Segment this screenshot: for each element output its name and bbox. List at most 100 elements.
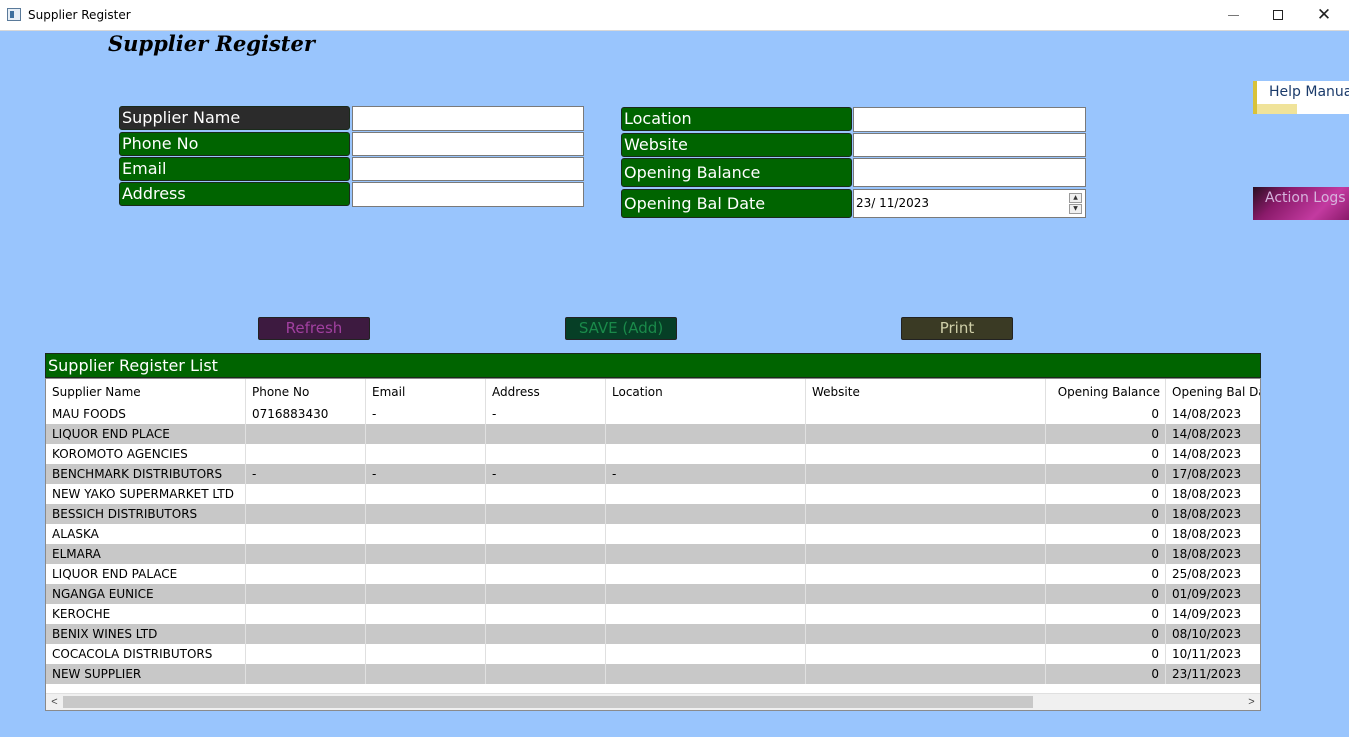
table-cell — [366, 544, 486, 564]
table-cell: BESSICH DISTRIBUTORS — [46, 504, 246, 524]
table-cell — [246, 624, 366, 644]
spin-down-icon[interactable]: ▼ — [1069, 204, 1082, 214]
table-cell: 0 — [1046, 624, 1166, 644]
table-cell — [246, 424, 366, 444]
table-cell — [806, 664, 1046, 684]
table-cell — [486, 504, 606, 524]
grid-header-row: Supplier Name Phone No Email Address Locatio… — [46, 379, 1260, 404]
table-row[interactable]: NEW YAKO SUPERMARKET LTD 0 18/08/2023 — [46, 484, 1260, 504]
supplier-grid[interactable]: Supplier Name Phone No Email Address Locatio… — [45, 378, 1261, 711]
website-label: Website — [621, 133, 852, 157]
close-button[interactable]: ✕ — [1301, 0, 1347, 30]
table-row[interactable]: BENIX WINES LTD 0 08/10/2023 — [46, 624, 1260, 644]
table-cell — [366, 504, 486, 524]
table-row[interactable]: KOROMOTO AGENCIES 0 14/08/2023 — [46, 444, 1260, 464]
supplier-name-label: Supplier Name — [119, 106, 350, 130]
table-cell — [366, 484, 486, 504]
scroll-left-icon[interactable]: < — [46, 694, 63, 710]
table-cell — [246, 444, 366, 464]
table-row[interactable]: LIQUOR END PALACE 0 25/08/2023 — [46, 564, 1260, 584]
table-cell: NEW YAKO SUPERMARKET LTD — [46, 484, 246, 504]
table-cell: COCACOLA DISTRIBUTORS — [46, 644, 246, 664]
supplier-name-input[interactable] — [352, 106, 584, 131]
table-row[interactable]: BENCHMARK DISTRIBUTORS - - - -0 17/08/2023 — [46, 464, 1260, 484]
table-row[interactable]: COCACOLA DISTRIBUTORS 0 10/11/2023 — [46, 644, 1260, 664]
table-cell — [806, 424, 1046, 444]
table-cell — [366, 424, 486, 444]
table-cell — [806, 564, 1046, 584]
save-add-button[interactable]: SAVE (Add) — [565, 317, 677, 340]
table-cell: 18/08/2023 — [1166, 504, 1260, 524]
table-cell: 0 — [1046, 544, 1166, 564]
table-cell: - — [486, 404, 606, 424]
column-header[interactable]: Email — [366, 379, 486, 404]
date-spinner[interactable]: ▲ ▼ — [1069, 193, 1082, 215]
table-cell: - — [606, 464, 806, 484]
table-cell: 23/11/2023 — [1166, 664, 1260, 684]
table-cell: 0 — [1046, 524, 1166, 544]
scroll-right-icon[interactable]: > — [1243, 694, 1260, 710]
table-cell — [366, 584, 486, 604]
table-cell: 0 — [1046, 644, 1166, 664]
table-row[interactable]: MAU FOODS 0716883430- -0 14/08/2023 — [46, 404, 1260, 424]
table-cell — [606, 584, 806, 604]
table-cell — [606, 664, 806, 684]
table-cell — [606, 524, 806, 544]
table-cell — [246, 504, 366, 524]
opening-bal-date-picker[interactable]: 23/ 11/2023 ▲ ▼ — [853, 189, 1086, 218]
table-cell: 14/08/2023 — [1166, 444, 1260, 464]
table-cell — [366, 524, 486, 544]
table-cell: 18/08/2023 — [1166, 484, 1260, 504]
table-row[interactable]: ELMARA 0 18/08/2023 — [46, 544, 1260, 564]
table-cell: 0 — [1046, 504, 1166, 524]
table-cell — [246, 664, 366, 684]
table-row[interactable]: ALASKA 0 18/08/2023 — [46, 524, 1260, 544]
horizontal-scrollbar[interactable]: < > — [46, 693, 1260, 710]
column-header[interactable]: Opening Balance — [1046, 379, 1166, 404]
scroll-thumb[interactable] — [63, 696, 1033, 708]
column-header[interactable]: Opening Bal Date — [1166, 379, 1260, 404]
opening-balance-input[interactable] — [853, 158, 1086, 187]
website-input[interactable] — [853, 133, 1086, 157]
minimize-button[interactable] — [1210, 0, 1256, 30]
table-cell: 0 — [1046, 484, 1166, 504]
location-label: Location — [621, 107, 852, 131]
action-logs-button[interactable]: Action Logs — [1253, 187, 1349, 220]
table-cell — [806, 444, 1046, 464]
table-cell: 25/08/2023 — [1166, 564, 1260, 584]
spin-up-icon[interactable]: ▲ — [1069, 193, 1082, 203]
maximize-button[interactable] — [1255, 0, 1301, 30]
table-cell — [606, 604, 806, 624]
table-row[interactable]: KEROCHE 0 14/09/2023 — [46, 604, 1260, 624]
table-cell — [606, 564, 806, 584]
column-header[interactable]: Location — [606, 379, 806, 404]
table-cell — [246, 644, 366, 664]
table-row[interactable]: BESSICH DISTRIBUTORS 0 18/08/2023 — [46, 504, 1260, 524]
table-cell: LIQUOR END PALACE — [46, 564, 246, 584]
table-row[interactable]: NEW SUPPLIER 0 23/11/2023 — [46, 664, 1260, 684]
table-cell: KOROMOTO AGENCIES — [46, 444, 246, 464]
column-header[interactable]: Website — [806, 379, 1046, 404]
table-cell — [486, 604, 606, 624]
print-button[interactable]: Print — [901, 317, 1013, 340]
phone-no-input[interactable] — [352, 132, 584, 156]
column-header[interactable]: Phone No — [246, 379, 366, 404]
table-row[interactable]: NGANGA EUNICE 0 01/09/2023 — [46, 584, 1260, 604]
supplier-list-title: Supplier Register List — [45, 353, 1261, 378]
column-header[interactable]: Supplier Name — [46, 379, 246, 404]
table-cell — [246, 544, 366, 564]
table-cell — [806, 584, 1046, 604]
table-cell: LIQUOR END PLACE — [46, 424, 246, 444]
column-header[interactable]: Address — [486, 379, 606, 404]
table-cell — [486, 664, 606, 684]
table-row[interactable]: LIQUOR END PLACE 0 14/08/2023 — [46, 424, 1260, 444]
table-cell: - — [246, 464, 366, 484]
email-input[interactable] — [352, 157, 584, 181]
table-cell — [486, 424, 606, 444]
location-input[interactable] — [853, 107, 1086, 132]
address-input[interactable] — [352, 182, 584, 207]
table-cell — [806, 464, 1046, 484]
help-manual-button[interactable]: Help Manual — [1253, 81, 1349, 114]
refresh-button[interactable]: Refresh — [258, 317, 370, 340]
table-cell: - — [366, 464, 486, 484]
